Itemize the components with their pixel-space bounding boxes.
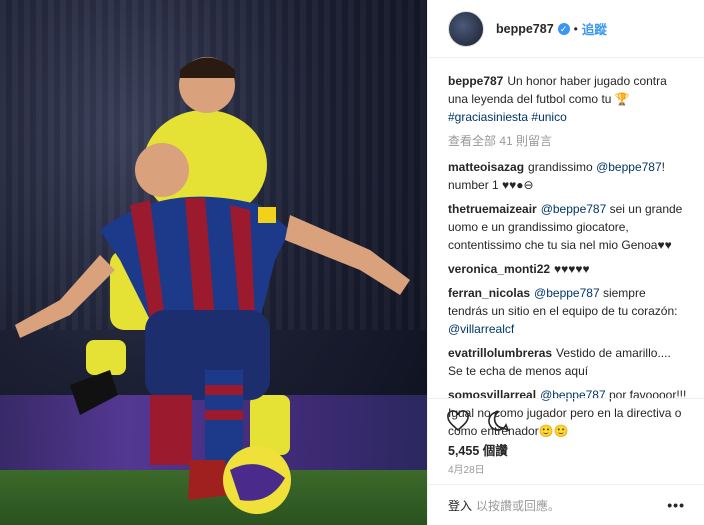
mention-link[interactable]: @beppe787 xyxy=(534,286,600,300)
post-actions xyxy=(428,398,704,438)
comment-username[interactable]: matteoisazag xyxy=(448,160,524,174)
mention-link[interactable]: @villarrealcf xyxy=(448,322,514,336)
comments-section: beppe787 Un honor haber jugado contra una… xyxy=(448,72,688,446)
header-username[interactable]: beppe787 xyxy=(496,22,554,36)
view-all-comments-link[interactable]: 查看全部 41 則留言 xyxy=(448,132,688,150)
like-count[interactable]: 5,455 個讚 xyxy=(448,440,508,459)
post-date[interactable]: 4月28日 xyxy=(448,461,485,476)
post-side-panel: beppe787 ✓ • 追蹤 beppe787 Un honor haber j… xyxy=(427,0,704,525)
login-prompt-text: 以按讚或回應。 xyxy=(476,498,561,513)
comment-username[interactable]: evatrillolumbreras xyxy=(448,346,552,360)
post-photo[interactable] xyxy=(0,0,427,525)
comment-item: evatrillolumbreras Vestido de amarillo...… xyxy=(448,344,688,380)
instagram-post: beppe787 ✓ • 追蹤 beppe787 Un honor haber j… xyxy=(0,0,704,525)
caption: beppe787 Un honor haber jugado contra una… xyxy=(448,72,688,126)
comment-username[interactable]: ferran_nicolas xyxy=(448,286,530,300)
mention-link[interactable]: @beppe787 xyxy=(541,202,607,216)
comment-item: veronica_monti22 ♥♥♥♥♥ xyxy=(448,260,688,278)
follow-button[interactable]: 追蹤 xyxy=(582,19,607,38)
comment-item: ferran_nicolas @beppe787 siempre tendrás … xyxy=(448,284,688,338)
hashtag-link[interactable]: #graciasiniesta xyxy=(448,110,528,124)
comment-username[interactable]: thetruemaizeair xyxy=(448,202,537,216)
caption-username[interactable]: beppe787 xyxy=(448,74,503,88)
mention-link[interactable]: @beppe787 xyxy=(596,160,662,174)
avatar[interactable] xyxy=(448,10,484,47)
comment-item: matteoisazag grandissimo @beppe787! numbe… xyxy=(448,158,688,194)
comment-item: thetruemaizeair @beppe787 sei un grande u… xyxy=(448,200,688,254)
comment-username[interactable]: veronica_monti22 xyxy=(448,262,550,276)
login-link[interactable]: 登入 xyxy=(448,497,472,514)
comment-icon[interactable] xyxy=(486,409,510,433)
post-header: beppe787 ✓ • 追蹤 xyxy=(428,0,704,58)
more-options-icon[interactable]: ••• xyxy=(667,497,685,513)
hashtag-link[interactable]: #unico xyxy=(531,110,566,124)
comment-text: ♥♥♥♥♥ xyxy=(554,262,590,276)
verified-badge-icon: ✓ xyxy=(557,22,570,35)
separator-dot: • xyxy=(573,21,578,36)
login-bar: 登入 以按讚或回應。 ••• xyxy=(428,484,704,525)
players-illustration xyxy=(15,57,410,514)
comment-text: grandissimo xyxy=(528,160,597,174)
heart-icon[interactable] xyxy=(446,409,470,433)
